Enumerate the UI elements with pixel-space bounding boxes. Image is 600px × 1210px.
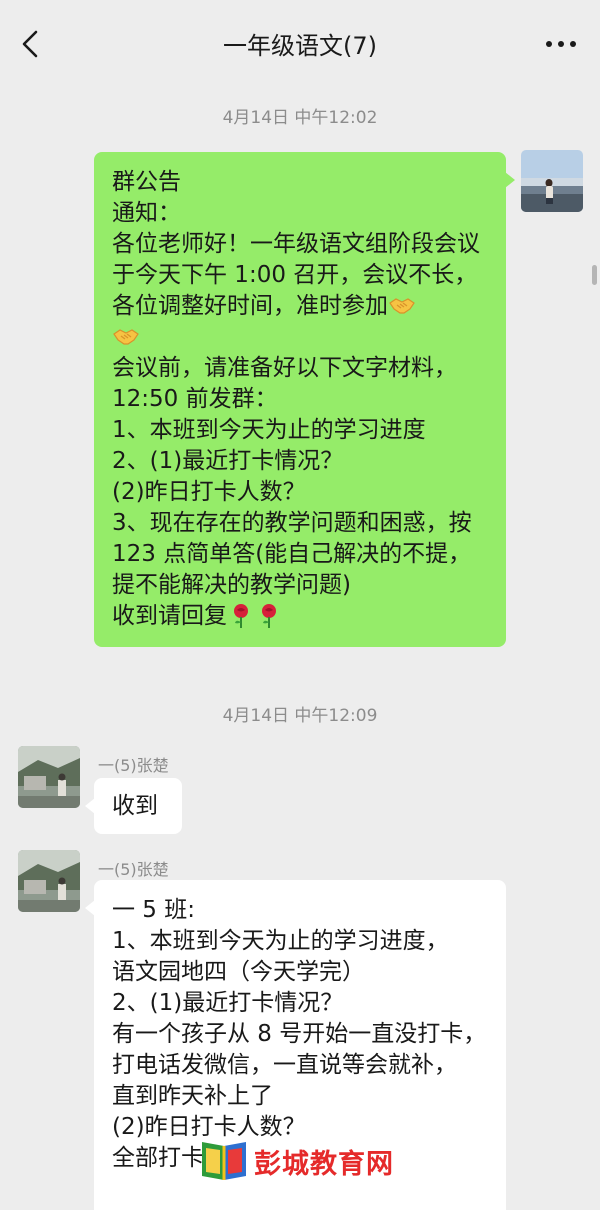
handshake-emoji-icon xyxy=(389,298,415,314)
message-timestamp: 4月14日 中午12:09 xyxy=(222,706,378,726)
message-bubble[interactable]: 收到 xyxy=(85,778,182,834)
scrollbar-thumb[interactable] xyxy=(592,265,597,285)
watermark-text: 彭城教育网 xyxy=(254,1149,394,1180)
message-timestamp: 4月14日 中午12:02 xyxy=(222,108,378,128)
sender-name: 一(5)张楚 xyxy=(98,860,169,879)
chat-header: 一年级语文(7) xyxy=(0,0,600,88)
message-bubble-announcement[interactable]: 群公告 通知： 各位老师好！一年级语文组阶段会议于今天下午 1:00 召开，会议… xyxy=(94,152,515,647)
sender-name: 一(5)张楚 xyxy=(98,756,169,775)
rose-emoji-icon xyxy=(262,604,276,628)
watermark: 彭城教育网 xyxy=(198,1136,398,1186)
message-text: 群公告 通知： 各位老师好！一年级语文组阶段会议于今天下午 1:00 召开，会议… xyxy=(112,169,480,319)
more-button[interactable] xyxy=(544,36,578,50)
avatar-self[interactable] xyxy=(521,150,583,212)
more-dots-icon xyxy=(546,41,576,47)
chat-title: 一年级语文(7) xyxy=(223,32,377,60)
book-logo-icon xyxy=(202,1142,246,1180)
handshake-emoji-icon xyxy=(113,329,139,345)
avatar-sender[interactable] xyxy=(18,850,80,912)
avatar-sender[interactable] xyxy=(18,746,80,808)
message-text-continued: 会议前，请准备好以下文字材料， 12:50 前发群： 1、本班到今天为止的学习进… xyxy=(112,355,472,629)
rose-emoji-icon xyxy=(234,604,248,628)
